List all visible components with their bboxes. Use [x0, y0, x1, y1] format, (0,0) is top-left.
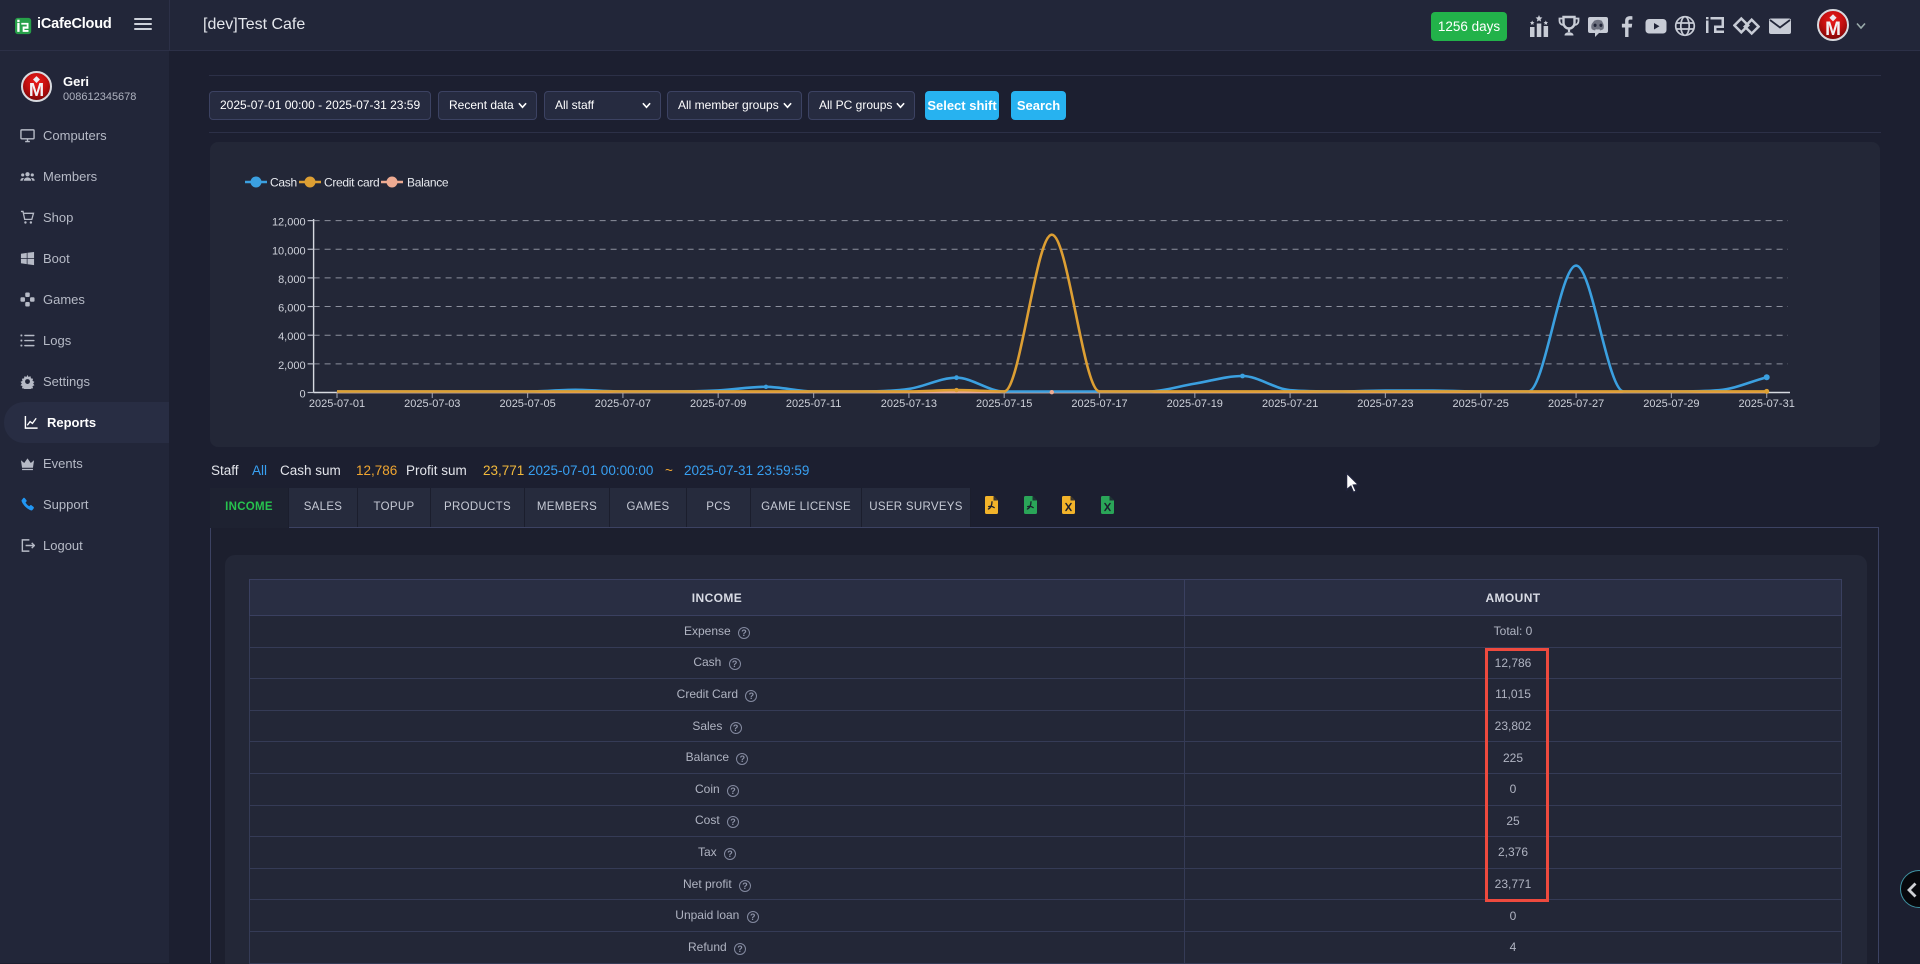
svg-text:2025-07-21: 2025-07-21 — [1262, 398, 1318, 410]
svg-text:2025-07-17: 2025-07-17 — [1071, 398, 1127, 410]
svg-text:2,000: 2,000 — [278, 360, 306, 372]
svg-text:4,000: 4,000 — [278, 331, 306, 343]
svg-text:0: 0 — [299, 389, 305, 401]
svg-text:8,000: 8,000 — [278, 274, 306, 286]
svg-text:2025-07-03: 2025-07-03 — [404, 398, 460, 410]
svg-text:2025-07-05: 2025-07-05 — [499, 398, 555, 410]
svg-text:2025-07-11: 2025-07-11 — [786, 398, 841, 410]
svg-text:2025-07-31: 2025-07-31 — [1739, 398, 1795, 410]
svg-text:2025-07-27: 2025-07-27 — [1548, 398, 1604, 410]
svg-text:2025-07-29: 2025-07-29 — [1643, 398, 1699, 410]
svg-text:2025-07-23: 2025-07-23 — [1357, 398, 1413, 410]
svg-text:M: M — [1825, 19, 1841, 39]
svg-text:2025-07-13: 2025-07-13 — [881, 398, 937, 410]
svg-text:2025-07-15: 2025-07-15 — [976, 398, 1032, 410]
svg-text:2025-07-07: 2025-07-07 — [595, 398, 651, 410]
svg-text:Credit card: Credit card — [324, 176, 379, 190]
svg-text:Cash: Cash — [270, 176, 297, 190]
svg-text:2025-07-01: 2025-07-01 — [309, 398, 365, 410]
svg-text:Balance: Balance — [407, 176, 449, 190]
svg-text:2025-07-25: 2025-07-25 — [1453, 398, 1509, 410]
svg-text:12,000: 12,000 — [272, 217, 306, 229]
svg-text:2025-07-09: 2025-07-09 — [690, 398, 746, 410]
svg-text:10,000: 10,000 — [272, 245, 306, 257]
svg-text:M: M — [29, 79, 44, 100]
svg-text:6,000: 6,000 — [278, 303, 306, 315]
svg-text:2025-07-19: 2025-07-19 — [1167, 398, 1223, 410]
